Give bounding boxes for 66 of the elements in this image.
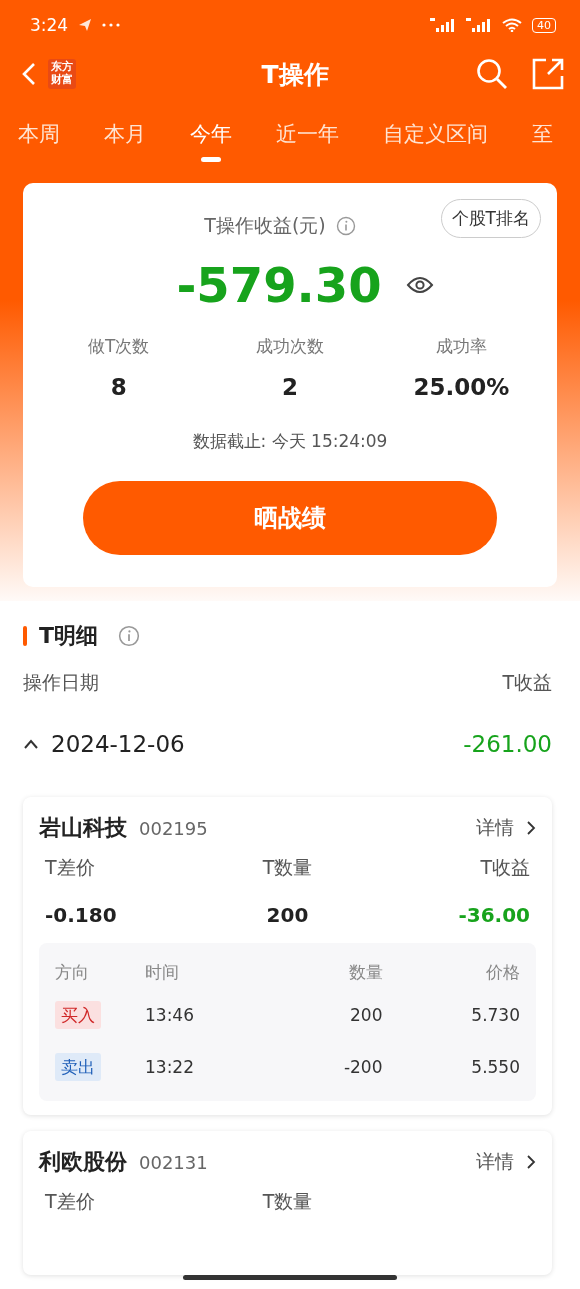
period-tab[interactable]: 自定义区间 — [383, 120, 488, 162]
status-time: 3:24 — [30, 15, 69, 35]
wifi-icon — [502, 18, 522, 32]
trade-time: 13:22 — [145, 1057, 195, 1077]
stat-value: 2 — [282, 374, 298, 400]
signal-icon — [466, 18, 492, 32]
stock-code: 002131 — [139, 1151, 208, 1173]
share-icon[interactable] — [532, 58, 564, 90]
stock-name: 岩山科技 — [39, 814, 127, 842]
metric-value: -0.180 — [45, 903, 117, 927]
eye-icon[interactable] — [405, 275, 434, 295]
data-timestamp: 数据截止: 今天 15:24:09 — [192, 430, 388, 453]
metric-label: T收益 — [480, 855, 530, 880]
direction-tag: 买入 — [55, 1000, 101, 1029]
period-tab[interactable]: 近一年 — [276, 120, 339, 162]
stock-code: 002195 — [139, 817, 208, 839]
chevron-icon[interactable] — [23, 739, 39, 749]
date-profit: -261.00 — [463, 731, 552, 757]
stat-label: 做T次数 — [87, 335, 150, 358]
trade-price: 5.550 — [470, 1057, 520, 1077]
chevron-right-icon[interactable] — [526, 1154, 536, 1170]
chevron-right-icon[interactable] — [526, 820, 536, 836]
signal-icon — [430, 18, 456, 32]
period-tab[interactable]: 今年 — [190, 120, 232, 162]
more-icon — [102, 23, 121, 27]
battery-indicator: 40 — [532, 17, 556, 33]
stock-name: 利欧股份 — [39, 1148, 127, 1176]
metric-label: T数量 — [262, 855, 313, 880]
stat-value: 25.00% — [413, 374, 510, 400]
metric-label: T差价 — [45, 855, 95, 880]
trade-time: 13:46 — [145, 1005, 195, 1025]
stat-label: 成功次数 — [256, 335, 324, 358]
period-tab[interactable]: 至 — [532, 120, 553, 162]
search-icon[interactable] — [476, 58, 508, 90]
info-icon[interactable] — [118, 625, 140, 647]
details-link[interactable]: 详情 — [476, 1149, 514, 1175]
total-profit: -579.30 — [176, 257, 382, 313]
period-tab[interactable]: 本月 — [104, 120, 146, 162]
back-icon[interactable] — [22, 62, 36, 86]
period-tab[interactable]: 本周 — [18, 120, 60, 162]
profit-label: T操作收益(元) — [204, 213, 326, 238]
metric-label: T差价 — [45, 1189, 95, 1214]
metric-value: -36.00 — [458, 903, 530, 927]
section-title: T明细 — [39, 622, 98, 650]
metric-label: T数量 — [262, 1189, 313, 1214]
column-header: 时间 — [145, 960, 180, 984]
share-results-button[interactable]: 晒战绩 — [83, 481, 497, 555]
column-header: 数量 — [347, 960, 383, 984]
app-logo: 东方财富 — [48, 59, 77, 89]
trade-quantity: -200 — [342, 1057, 383, 1077]
stat-value: 8 — [110, 374, 127, 400]
stat-label: 成功率 — [435, 335, 487, 358]
info-icon[interactable] — [335, 216, 356, 236]
metric-value: 200 — [266, 903, 309, 927]
direction-tag: 卖出 — [55, 1052, 101, 1081]
column-header: 操作日期 — [23, 670, 99, 695]
rank-button[interactable]: 个股T排名 — [440, 199, 541, 238]
trade-price: 5.730 — [470, 1005, 520, 1025]
details-link[interactable]: 详情 — [476, 815, 514, 841]
operation-date: 2024-12-06 — [51, 731, 186, 757]
column-header: T收益 — [502, 670, 552, 695]
trade-quantity: 200 — [349, 1005, 383, 1025]
page-title: T操作 — [260, 58, 330, 91]
paper-plane-icon — [78, 18, 93, 32]
column-header: 方向 — [55, 960, 90, 984]
column-header: 价格 — [485, 960, 520, 984]
